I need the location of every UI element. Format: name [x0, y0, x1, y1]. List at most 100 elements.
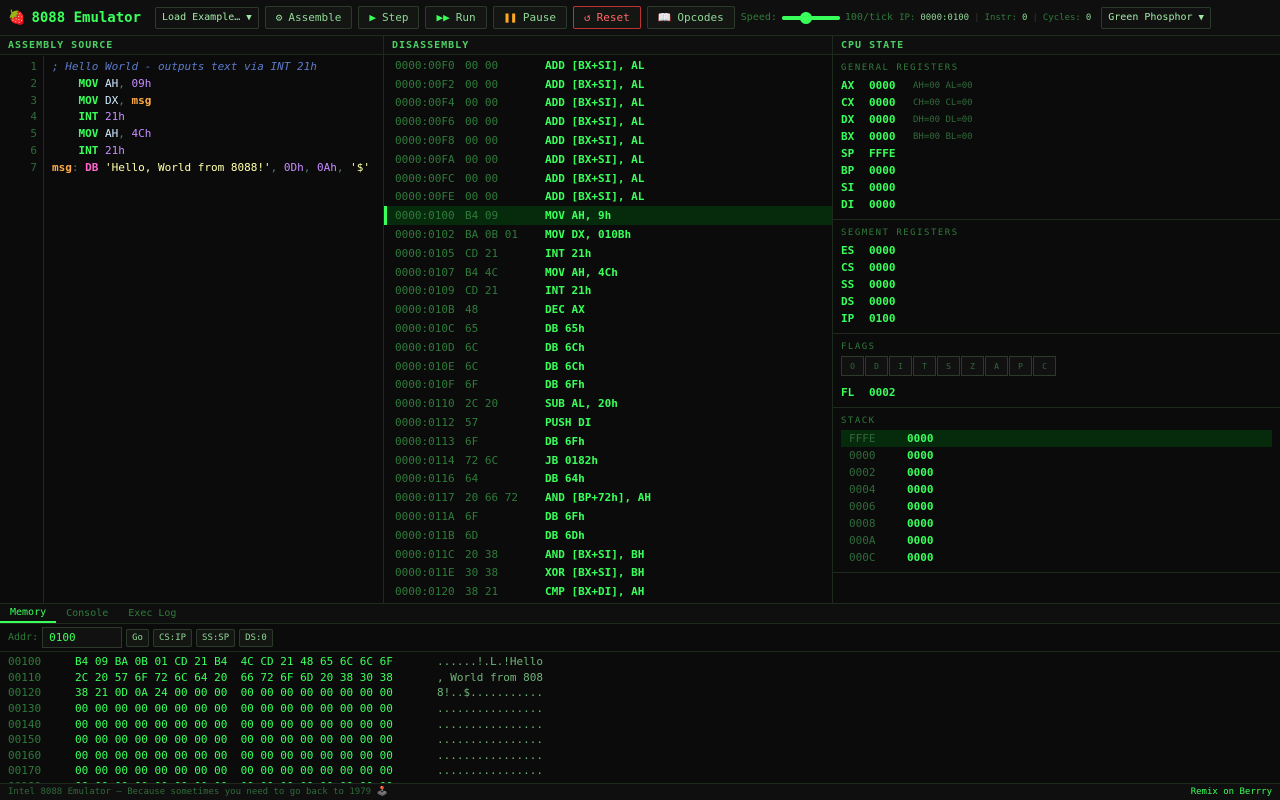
memory-hex[interactable]: 00 00 00 00 00 00 00 00 00 00 00 00 00 0… — [75, 718, 437, 731]
register-value[interactable]: 0000 — [869, 181, 913, 194]
flag-box[interactable]: T — [913, 356, 936, 376]
code-line[interactable]: INT 21h — [52, 109, 370, 126]
theme-select[interactable]: Green Phosphor ▼ — [1101, 6, 1211, 29]
register-value[interactable]: 0000 — [869, 113, 913, 126]
disassembly-row[interactable]: 0000:0102 BA 0B 01 MOV DX, 010Bh — [384, 225, 832, 244]
disassembly-row[interactable]: 0000:010F 6F DB 6Fh — [384, 376, 832, 395]
disassembly-row[interactable]: 0000:0120 38 21 CMP [BX+DI], AH — [384, 582, 832, 601]
disassembly-row[interactable]: 0000:00F6 00 00 ADD [BX+SI], AL — [384, 112, 832, 131]
memory-hex[interactable]: 38 21 0D 0A 24 00 00 00 00 00 00 00 00 0… — [75, 686, 437, 699]
disassembly-row[interactable]: 0000:0117 20 66 72 AND [BP+72h], AH — [384, 488, 832, 507]
tab-console[interactable]: Console — [56, 604, 118, 623]
memory-address: 00140 — [8, 717, 42, 731]
ds-0-button[interactable]: DS:0 — [239, 628, 273, 647]
speed-slider[interactable] — [781, 11, 840, 24]
flag-box[interactable]: D — [865, 356, 888, 376]
address-input[interactable]: 0100 — [42, 627, 123, 648]
code-line[interactable]: ; Hello World - outputs text via INT 21h — [52, 59, 370, 76]
disassembly-row[interactable]: 0000:011A 6F DB 6Fh — [384, 507, 832, 526]
memory-hex[interactable]: 00 00 00 00 00 00 00 00 00 00 00 00 00 0… — [75, 733, 437, 746]
disassembly-row[interactable]: 0000:00F4 00 00 ADD [BX+SI], AL — [384, 94, 832, 113]
disassembly-list[interactable]: 0000:00F0 00 00 ADD [BX+SI], AL 0000:00F2 00… — [384, 56, 832, 603]
opcodes-button[interactable]: 📖 Opcodes — [646, 6, 735, 29]
assemble-button[interactable]: ⚙ Assemble — [264, 6, 353, 29]
disassembly-row[interactable]: 0000:0110 2C 20 SUB AL, 20h — [384, 394, 832, 413]
step-button[interactable]: ▶ Step — [358, 6, 420, 29]
memory-hex-dump[interactable]: 00100 B4 09 BA 0B 01 CD 21 B4 4C CD 21 48… — [0, 652, 1280, 783]
memory-hex[interactable]: 00 00 00 00 00 00 00 00 00 00 00 00 00 0… — [75, 702, 437, 715]
disassembly-row[interactable]: 0000:010D 6C DB 6Ch — [384, 338, 832, 357]
disassembly-row[interactable]: 0000:00F8 00 00 ADD [BX+SI], AL — [384, 131, 832, 150]
flag-box[interactable]: I — [889, 356, 912, 376]
disassembly-row[interactable]: 0000:00F0 00 00 ADD [BX+SI], AL — [384, 56, 832, 75]
disassembly-row[interactable]: 0000:011E 30 38 XOR [BX+SI], BH — [384, 564, 832, 583]
code-line[interactable]: INT 21h — [52, 143, 370, 160]
flag-box[interactable]: A — [985, 356, 1008, 376]
register-value[interactable]: 0000 — [869, 130, 913, 143]
code-token: 0Dh — [283, 160, 304, 174]
instruction-mnemonic: MOV DX, 010Bh — [545, 228, 632, 242]
disassembly-row[interactable]: 0000:0107 B4 4C MOV AH, 4Ch — [384, 263, 832, 282]
register-name: BP — [841, 164, 855, 177]
register-value[interactable]: 0000 — [869, 96, 913, 109]
code-line[interactable]: MOV AH, 4Ch — [52, 126, 370, 143]
stack-row: 0008 0000 — [841, 515, 1272, 532]
instruction-address: 0000:010F — [395, 378, 455, 392]
go-button[interactable]: Go — [126, 628, 149, 647]
register-value[interactable]: 0000 — [869, 244, 913, 257]
register-value[interactable]: 0000 — [869, 79, 913, 92]
status-readout: IP: 0000:0100 | Instr: 0 | Cycles: 0 — [899, 13, 1091, 23]
register-value[interactable]: 0000 — [869, 198, 913, 211]
flag-box[interactable]: C — [1033, 356, 1056, 376]
load-example-select[interactable]: Load Example… ▼ — [155, 6, 259, 29]
code-line[interactable]: MOV DX, msg — [52, 93, 370, 110]
disassembly-row[interactable]: 0000:0116 64 DB 64h — [384, 470, 832, 489]
ss-sp-button[interactable]: SS:SP — [196, 628, 236, 647]
disassembly-row[interactable]: 0000:010B 48 DEC AX — [384, 300, 832, 319]
memory-hex[interactable]: 2C 20 57 6F 72 6C 64 20 66 72 6F 6D 20 3… — [75, 671, 437, 684]
instruction-address: 0000:00FA — [395, 152, 455, 166]
disassembly-row[interactable]: 0000:010C 65 DB 65h — [384, 319, 832, 338]
disassembly-row[interactable]: 0000:00FC 00 00 ADD [BX+SI], AL — [384, 169, 832, 188]
remix-link[interactable]: Remix on Berrry — [1191, 787, 1272, 797]
disassembly-row[interactable]: 0000:00FA 00 00 ADD [BX+SI], AL — [384, 150, 832, 169]
tab-exec-log[interactable]: Exec Log — [118, 604, 186, 623]
slider-knob[interactable] — [800, 11, 813, 24]
cs-ip-button[interactable]: CS:IP — [152, 628, 193, 647]
flag-box[interactable]: P — [1009, 356, 1032, 376]
flag-box[interactable]: S — [937, 356, 960, 376]
disassembly-row[interactable]: 0000:0114 72 6C JB 0182h — [384, 451, 832, 470]
disassembly-row[interactable]: 0000:0109 CD 21 INT 21h — [384, 282, 832, 301]
code-text[interactable]: ; Hello World - outputs text via INT 21h… — [44, 56, 370, 603]
memory-hex[interactable]: B4 09 BA 0B 01 CD 21 B4 4C CD 21 48 65 6… — [75, 655, 437, 668]
disassembly-row[interactable]: 0000:010E 6C DB 6Ch — [384, 357, 832, 376]
run-button[interactable]: ▶▶ Run — [425, 6, 487, 29]
code-line[interactable]: msg: DB 'Hello, World from 8088!', 0Dh, … — [52, 160, 370, 177]
tab-memory[interactable]: Memory — [0, 604, 57, 623]
register-value[interactable]: 0000 — [869, 295, 913, 308]
register-value[interactable]: 0000 — [869, 164, 913, 177]
instruction-mnemonic: ADD [BX+SI], AL — [545, 190, 645, 204]
register-value[interactable]: 0000 — [869, 261, 913, 274]
register-value[interactable]: FFFE — [869, 147, 913, 160]
register-value[interactable]: 0100 — [869, 312, 913, 325]
disassembly-row[interactable]: 0000:00F2 00 00 ADD [BX+SI], AL — [384, 75, 832, 94]
disassembly-row[interactable]: 0000:00FE 00 00 ADD [BX+SI], AL — [384, 188, 832, 207]
disassembly-row[interactable]: 0000:0100 B4 09 MOV AH, 9h — [384, 206, 832, 226]
flag-box[interactable]: Z — [961, 356, 984, 376]
pause-button[interactable]: ❚❚ Pause — [492, 6, 567, 29]
disassembly-row[interactable]: 0000:0113 6F DB 6Fh — [384, 432, 832, 451]
memory-hex[interactable]: 00 00 00 00 00 00 00 00 00 00 00 00 00 0… — [75, 764, 437, 777]
disassembly-row[interactable]: 0000:011C 20 38 AND [BX+SI], BH — [384, 545, 832, 564]
flag-box[interactable]: O — [841, 356, 864, 376]
disassembly-row[interactable]: 0000:011B 6D DB 6Dh — [384, 526, 832, 545]
code-line[interactable]: MOV AH, 09h — [52, 76, 370, 93]
memory-hex[interactable]: 00 00 00 00 00 00 00 00 00 00 00 00 00 0… — [75, 749, 437, 762]
disassembly-row[interactable]: 0000:0105 CD 21 INT 21h — [384, 244, 832, 263]
reset-button[interactable]: ↺ Reset — [572, 6, 641, 29]
register-value[interactable]: 0000 — [869, 278, 913, 291]
disassembly-row[interactable]: 0000:0112 57 PUSH DI — [384, 413, 832, 432]
code-token: , — [336, 160, 351, 174]
code-editor[interactable]: 1 2 3 4 5 6 7 ; Hello World - outputs text via… — [0, 56, 383, 603]
